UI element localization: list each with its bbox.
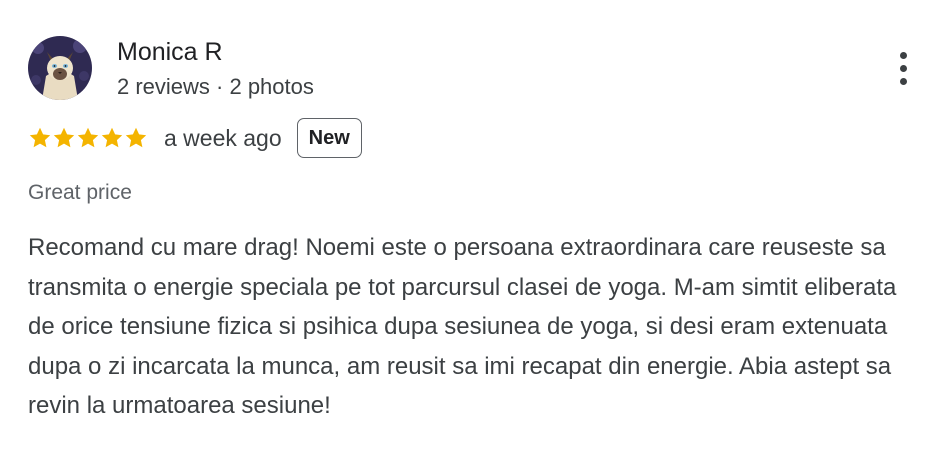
author-name[interactable]: Monica R <box>117 36 223 68</box>
more-vert-icon-dot <box>900 52 907 59</box>
star-icon <box>124 126 148 150</box>
star-icon <box>52 126 76 150</box>
review-highlight: Great price <box>28 181 132 204</box>
avatar[interactable] <box>28 36 92 100</box>
cat-avatar-icon <box>28 36 92 100</box>
review-card: Monica R 2 reviews · 2 photos a week ago… <box>0 0 952 464</box>
new-badge: New <box>296 118 362 158</box>
star-icon <box>28 126 52 150</box>
more-vert-icon-dot <box>900 78 907 85</box>
more-options-button[interactable] <box>886 46 922 90</box>
star-rating <box>28 126 148 150</box>
review-text: Recomand cu mare drag! Noemi este o pers… <box>28 234 897 420</box>
author-meta[interactable]: 2 reviews · 2 photos <box>117 72 314 102</box>
star-icon <box>76 126 100 150</box>
rating-row: a week ago New <box>28 116 362 160</box>
more-vert-icon-dot <box>900 65 907 72</box>
star-icon <box>100 126 124 150</box>
review-timestamp: a week ago <box>164 124 282 151</box>
